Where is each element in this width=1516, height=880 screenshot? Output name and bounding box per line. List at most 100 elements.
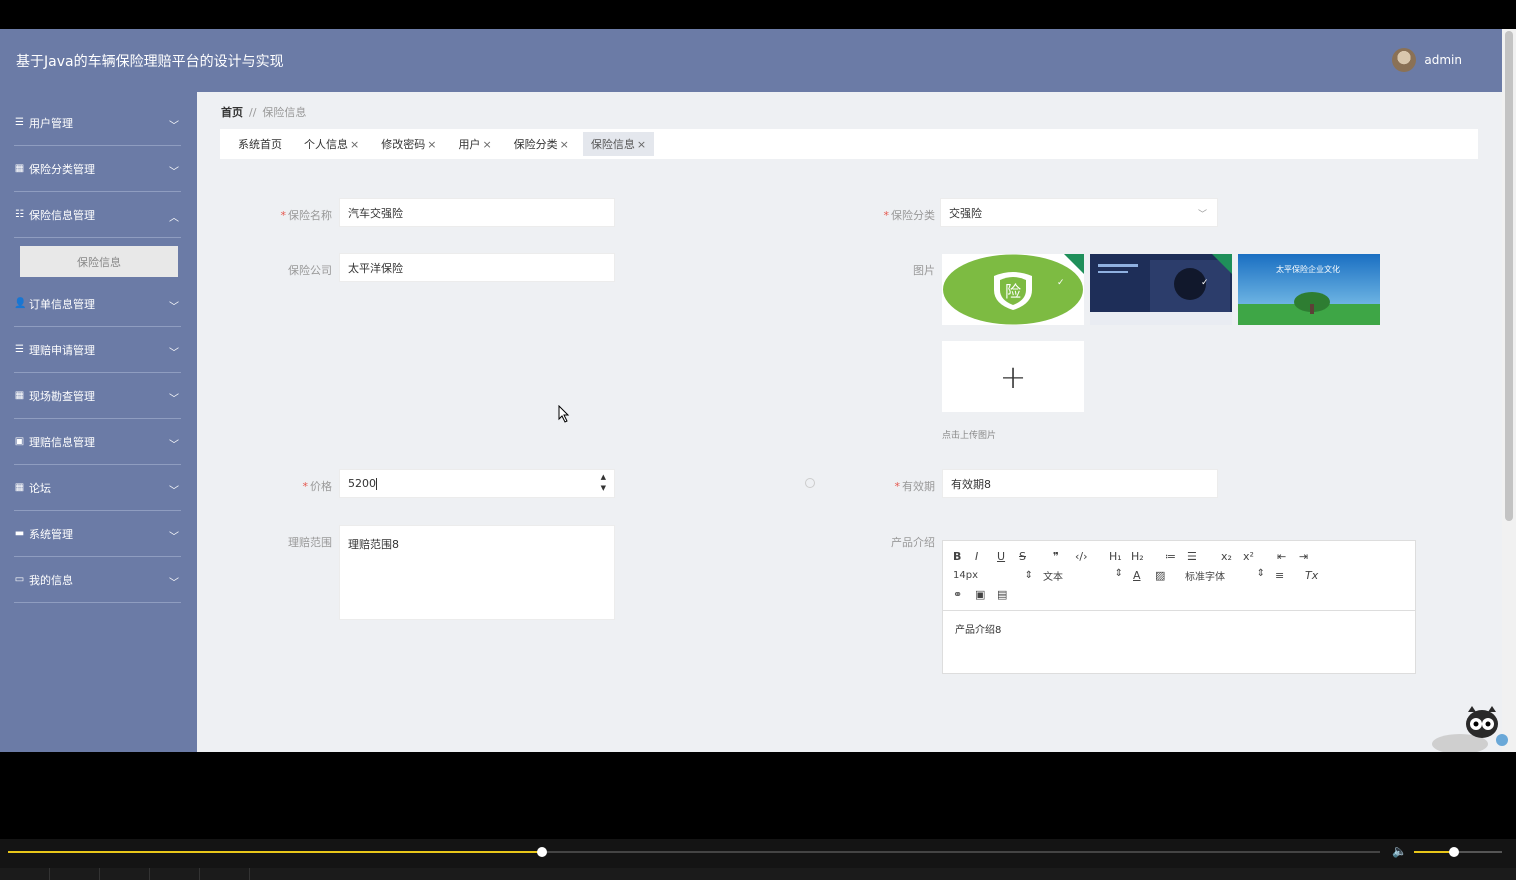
sidebar-item-my-info[interactable]: ▭ 我的信息 ﹀ <box>14 557 181 603</box>
code-icon[interactable]: ‹/› <box>1075 550 1097 563</box>
clear-icon[interactable] <box>805 478 815 488</box>
required-mark: * <box>302 480 309 493</box>
blockquote-icon[interactable]: ❞ <box>1053 550 1075 563</box>
volume-slider[interactable] <box>1414 847 1502 857</box>
avatar[interactable] <box>1392 48 1417 72</box>
breadcrumb-home[interactable]: 首页 <box>221 106 243 119</box>
sidebar-item-site-survey[interactable]: ▦ 现场勘查管理 ﹀ <box>14 373 181 419</box>
insurance-category-select[interactable]: 交强险 ﹀ <box>940 198 1218 227</box>
price-value: 5200 <box>348 477 376 490</box>
user-menu[interactable]: admin <box>1392 48 1462 72</box>
uploaded-image-1[interactable]: 险 ✓ <box>942 254 1084 325</box>
calendar-icon: ▣ <box>14 435 25 447</box>
list-icon: ☰ <box>15 116 24 128</box>
company-culture-image: 太平保险企业文化 <box>1238 254 1380 325</box>
sidebar-item-insurance-category[interactable]: ▦ 保险分类管理 ﹀ <box>14 146 181 192</box>
sidebar-item-claim-info[interactable]: ▣ 理赔信息管理 ﹀ <box>14 419 181 465</box>
grid-icon: ▦ <box>14 389 25 401</box>
ordered-list-icon[interactable]: ≔ <box>1165 550 1187 563</box>
link-icon[interactable]: ⚭ <box>953 588 975 601</box>
product-intro-label: 产品介绍 <box>891 536 935 549</box>
sidebar-item-system[interactable]: ▬ 系统管理 ﹀ <box>14 511 181 557</box>
insurance-name-input[interactable]: 汽车交强险 <box>339 198 615 227</box>
price-input[interactable]: 5200 ▲ ▼ <box>339 469 615 498</box>
font-family-select[interactable]: 标准字体 ⇕ <box>1185 568 1265 583</box>
insurance-company-input[interactable]: 太平洋保险 <box>339 253 615 282</box>
close-icon[interactable]: × <box>482 138 491 151</box>
tab-insurance-info[interactable]: 保险信息 × <box>582 132 655 156</box>
page-scrollbar[interactable] <box>1502 29 1516 752</box>
insurance-name-label: * 保险名称 <box>242 207 333 223</box>
mascot-widget[interactable] <box>1430 704 1516 752</box>
heading1-icon[interactable]: H₁ <box>1109 550 1131 563</box>
close-icon[interactable]: × <box>350 138 359 151</box>
progress-handle[interactable] <box>536 847 547 857</box>
uploaded-image-3[interactable]: 太平保险企业文化 <box>1238 254 1380 325</box>
sidebar-item-insurance-info[interactable]: ☷ 保险信息管理 ︿ <box>14 192 181 238</box>
editor-toolbar: B I U S ❞ ‹/› H₁ H₂ ≔ ☰ x₂ x² ⇤ ⇥ 14px ⇕… <box>943 541 1415 611</box>
upload-image-button[interactable]: + <box>942 341 1084 412</box>
tab-home[interactable]: 系统首页 <box>230 132 290 156</box>
sidebar-subitem-insurance-info[interactable]: 保险信息 <box>20 246 178 277</box>
background-color-icon[interactable]: ▨ <box>1155 569 1177 582</box>
sidebar-item-label: 订单信息管理 <box>29 297 95 311</box>
tab-change-password[interactable]: 修改密码 × <box>373 132 444 156</box>
grid-icon: ▦ <box>14 162 25 174</box>
claim-scope-textarea[interactable]: 理赔范围8 <box>339 525 615 620</box>
tab-insurance-category[interactable]: 保险分类 × <box>506 132 577 156</box>
username[interactable]: admin <box>1424 53 1462 67</box>
strikethrough-icon[interactable]: S <box>1019 550 1041 563</box>
sidebar-item-label: 保险分类管理 <box>29 162 95 176</box>
paragraph-select[interactable]: 文本 ⇕ <box>1043 568 1123 583</box>
close-icon[interactable]: × <box>560 138 569 151</box>
video-icon[interactable]: ▤ <box>997 588 1019 601</box>
indent-icon[interactable]: ⇥ <box>1299 550 1321 563</box>
tab-label: 保险信息 <box>590 138 635 151</box>
claim-scope-label: 理赔范围 <box>288 536 332 549</box>
sidebar-item-label: 保险信息管理 <box>29 208 95 222</box>
font-size-select[interactable]: 14px ⇕ <box>953 570 1033 581</box>
volume-handle[interactable] <box>1448 847 1459 857</box>
tab-user[interactable]: 用户 × <box>450 132 499 156</box>
volume-icon[interactable]: 🔈 <box>1392 844 1407 858</box>
tab-label: 保险分类 <box>513 138 558 151</box>
italic-icon[interactable]: I <box>975 550 997 563</box>
progress-bar[interactable] <box>8 847 1380 857</box>
subscript-icon[interactable]: x₂ <box>1221 550 1243 563</box>
sidebar-item-order-info[interactable]: 👤 订单信息管理 ﹀ <box>14 281 181 327</box>
heading2-icon[interactable]: H₂ <box>1131 550 1153 563</box>
number-spinner[interactable]: ▲ ▼ <box>601 472 606 494</box>
label-text: 有效期 <box>902 480 935 493</box>
superscript-icon[interactable]: x² <box>1243 550 1265 563</box>
sidebar-item-forum[interactable]: ▦ 论坛 ﹀ <box>14 465 181 511</box>
close-icon[interactable]: × <box>637 138 646 151</box>
required-mark: * <box>883 209 890 222</box>
chevron-down-icon: ﹀ <box>169 532 179 543</box>
chevron-down-icon: ﹀ <box>169 394 179 405</box>
image-icon[interactable]: ▣ <box>975 588 997 601</box>
font-color-icon[interactable]: A <box>1133 569 1155 582</box>
app-window: 基于Java的车辆保险理赔平台的设计与实现 admin ☰ 用户管理 ﹀ ▦ 保… <box>0 29 1516 752</box>
editor-content[interactable]: 产品介绍8 <box>943 611 1415 646</box>
sidebar-item-claim-application[interactable]: ☰ 理赔申请管理 ﹀ <box>14 327 181 373</box>
close-icon[interactable]: × <box>427 138 436 151</box>
tab-label: 修改密码 <box>381 138 426 151</box>
sidebar-item-label: 理赔申请管理 <box>29 343 95 357</box>
bold-icon[interactable]: B <box>953 550 975 563</box>
uploaded-image-2[interactable]: ✓ <box>1090 254 1232 325</box>
outdent-icon[interactable]: ⇤ <box>1277 550 1299 563</box>
clear-format-icon[interactable]: Tx <box>1305 569 1327 582</box>
bullet-list-icon[interactable]: ☰ <box>1187 550 1209 563</box>
mouse-cursor <box>558 405 570 423</box>
align-icon[interactable]: ≡ <box>1275 569 1297 582</box>
sidebar-item-user-management[interactable]: ☰ 用户管理 ﹀ <box>14 100 181 146</box>
underline-icon[interactable]: U <box>997 550 1019 563</box>
tab-personal-info[interactable]: 个人信息 × <box>296 132 367 156</box>
chevron-down-icon: ﹀ <box>169 440 179 451</box>
scrollbar-thumb[interactable] <box>1505 31 1513 521</box>
rich-text-editor[interactable]: B I U S ❞ ‹/› H₁ H₂ ≔ ☰ x₂ x² ⇤ ⇥ 14px ⇕… <box>942 540 1416 674</box>
selected-value: 交强险 <box>949 206 982 220</box>
validity-input[interactable]: 有效期8 <box>942 469 1218 498</box>
sidebar-item-label: 现场勘查管理 <box>29 389 95 403</box>
breadcrumb-separator: // <box>249 106 257 119</box>
